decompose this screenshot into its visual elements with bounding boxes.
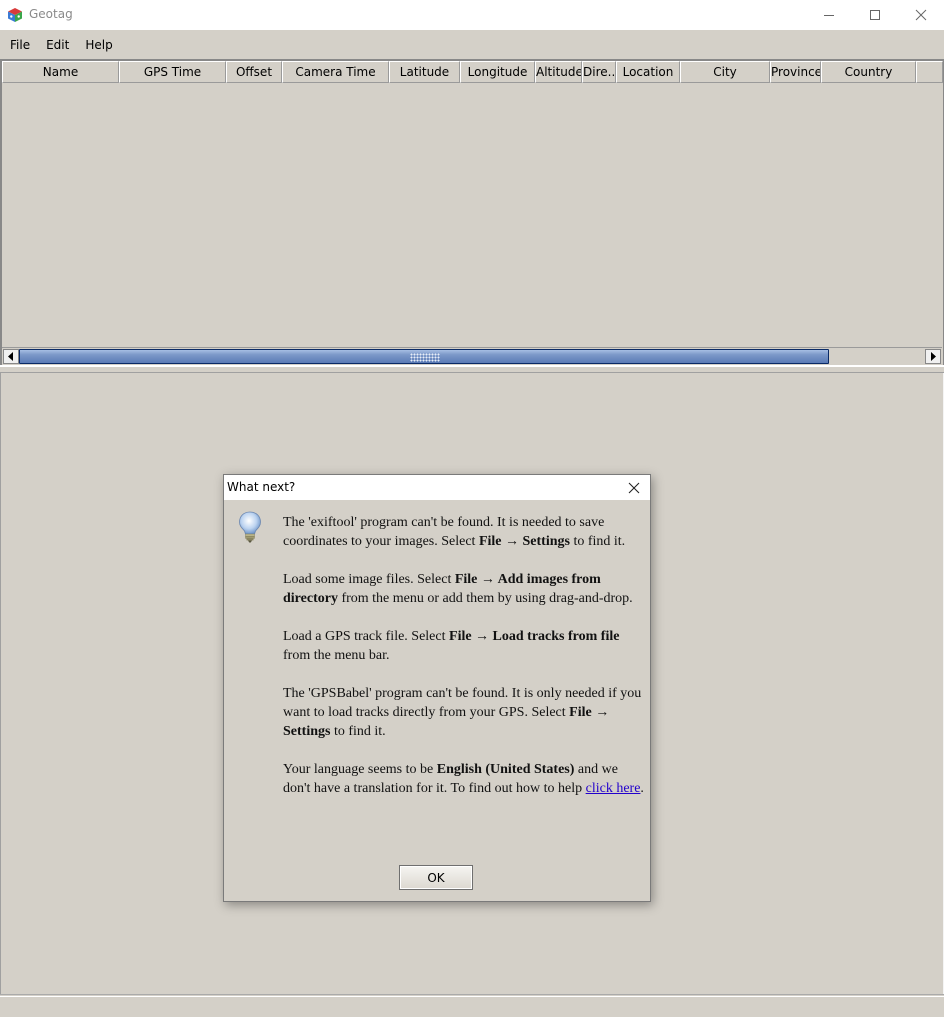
menu-path: File → Settings	[478, 534, 570, 549]
geotag-cube-icon	[8, 8, 22, 22]
column-header-latitude[interactable]: Latitude	[389, 61, 460, 83]
horizontal-scrollbar[interactable]	[2, 347, 942, 364]
text: from the menu bar.	[283, 648, 390, 663]
split-pane-divider[interactable]	[0, 365, 944, 373]
ok-button[interactable]: OK	[399, 865, 473, 890]
message-language: Your language seems to be English (Unite…	[283, 760, 645, 798]
minimize-icon	[824, 15, 834, 16]
text: Your language seems to be	[283, 762, 437, 777]
grip-icon	[410, 353, 440, 362]
column-header-gps-time[interactable]: GPS Time	[119, 61, 226, 83]
text: from the menu or add them by using drag-…	[337, 591, 633, 606]
message-exiftool: The 'exiftool' program can't be found. I…	[283, 513, 645, 551]
text: to find it.	[330, 724, 386, 739]
column-header-name[interactable]: Name	[2, 61, 119, 83]
text: Load a GPS track file. Select	[283, 629, 450, 644]
window-title: Geotag	[29, 7, 73, 21]
arrow-left-icon	[8, 352, 13, 361]
column-header-location[interactable]: Location	[616, 61, 680, 83]
message-load-images: Load some image files. Select File → Add…	[283, 570, 645, 608]
dialog-close-button[interactable]	[621, 475, 647, 500]
dialog-titlebar: What next?	[224, 475, 650, 500]
scroll-thumb[interactable]	[19, 349, 829, 364]
column-header-country[interactable]: Country	[821, 61, 916, 83]
dialog-title: What next?	[227, 480, 296, 494]
status-bar	[0, 997, 944, 1017]
image-table: Name GPS Time Offset Camera Time Latitud…	[0, 59, 944, 365]
scroll-track[interactable]	[19, 349, 925, 364]
menu-file[interactable]: File	[0, 31, 37, 59]
click-here-link[interactable]: click here	[586, 781, 641, 796]
scroll-left-button[interactable]	[3, 349, 19, 364]
column-header-extra[interactable]	[916, 61, 943, 83]
text: to find it.	[569, 534, 626, 549]
maximize-icon	[870, 10, 880, 20]
window-titlebar: Geotag	[0, 0, 944, 30]
column-header-province[interactable]: Province	[770, 61, 821, 83]
language-name: English (United States)	[436, 762, 575, 777]
message-gpsbabel: The 'GPSBabel' program can't be found. I…	[283, 684, 645, 741]
close-icon	[628, 482, 640, 493]
close-button[interactable]	[898, 0, 944, 30]
column-header-altitude[interactable]: Altitude	[535, 61, 582, 83]
column-header-longitude[interactable]: Longitude	[460, 61, 535, 83]
scroll-right-button[interactable]	[925, 349, 941, 364]
menu-edit[interactable]: Edit	[37, 31, 76, 59]
minimize-button[interactable]	[806, 0, 852, 30]
column-header-camera-time[interactable]: Camera Time	[282, 61, 389, 83]
dialog-message: The 'exiftool' program can't be found. I…	[283, 513, 645, 798]
what-next-dialog: What next? The 'exiftool' program can't …	[223, 474, 651, 902]
message-load-tracks: Load a GPS track file. Select File → Loa…	[283, 627, 645, 665]
menu-bar: File Edit Help	[0, 31, 944, 59]
column-header-offset[interactable]: Offset	[226, 61, 282, 83]
close-icon	[915, 9, 927, 21]
maximize-button[interactable]	[852, 0, 898, 30]
text: Load some image files. Select	[283, 572, 455, 587]
table-header: Name GPS Time Offset Camera Time Latitud…	[2, 61, 944, 83]
menu-help[interactable]: Help	[76, 31, 119, 59]
arrow-right-icon	[931, 352, 936, 361]
column-header-direction[interactable]: Dire...	[582, 61, 616, 83]
table-body[interactable]	[2, 83, 943, 347]
column-header-city[interactable]: City	[680, 61, 770, 83]
menu-path: File → Load tracks from file	[449, 629, 620, 644]
text: .	[640, 781, 644, 796]
lightbulb-icon	[239, 511, 261, 543]
